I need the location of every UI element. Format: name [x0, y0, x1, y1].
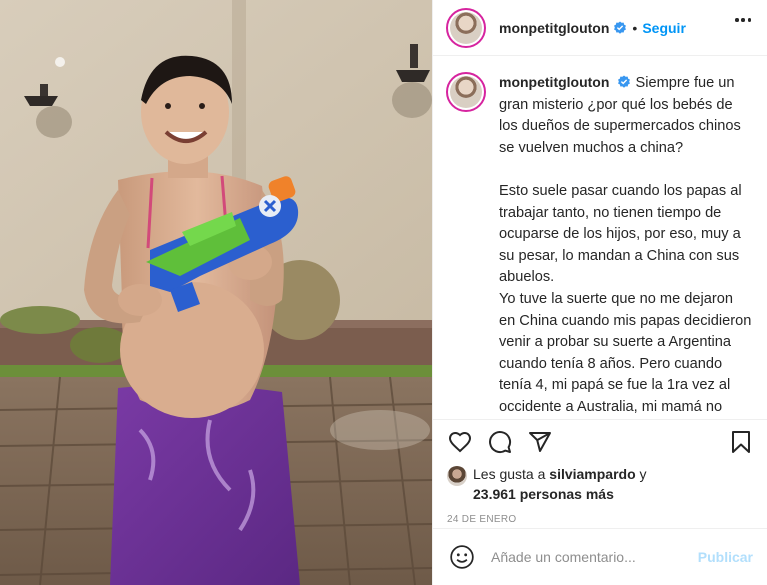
caption-paragraph-3: Yo tuve la suerte que no me dejaron en C…: [499, 290, 752, 415]
likes-text: Les gusta a silviampardo y 23.961 person…: [473, 464, 647, 504]
likes-prefix: Les gusta a: [473, 466, 550, 482]
more-options-icon[interactable]: [735, 12, 751, 28]
action-icons: [433, 420, 767, 464]
post-panel: monpetitglouton • Seguir monpetitglouton…: [432, 0, 767, 585]
verified-badge-icon: [618, 75, 631, 88]
post-image: [0, 0, 432, 585]
caption-area[interactable]: monpetitglouton Siempre fue un gran mist…: [433, 56, 767, 419]
post-header: monpetitglouton • Seguir: [433, 0, 767, 56]
author-username[interactable]: monpetitglouton: [499, 20, 609, 36]
likes-count[interactable]: 23.961 personas más: [473, 486, 614, 502]
caption-text: monpetitglouton Siempre fue un gran mist…: [499, 72, 752, 419]
author-avatar[interactable]: [446, 7, 486, 48]
bookmark-icon[interactable]: [728, 429, 754, 455]
comment-bar: Publicar: [433, 528, 767, 585]
caption-username[interactable]: monpetitglouton: [499, 74, 609, 90]
comment-icon[interactable]: [487, 429, 513, 455]
likes-summary: Les gusta a silviampardo y 23.961 person…: [433, 464, 767, 504]
caption-row: monpetitglouton Siempre fue un gran mist…: [446, 72, 753, 419]
heart-icon[interactable]: [447, 429, 473, 455]
caption-avatar[interactable]: [446, 72, 486, 112]
comment-input[interactable]: [491, 549, 690, 565]
publish-button[interactable]: Publicar: [698, 549, 753, 565]
caption-paragraph-1: monpetitglouton Siempre fue un gran mist…: [499, 72, 752, 159]
liked-by-username[interactable]: silviampardo: [549, 466, 635, 482]
header-separator: •: [632, 19, 638, 36]
post-photo[interactable]: [0, 0, 432, 585]
likes-connector: y: [635, 466, 647, 482]
post-date[interactable]: 24 DE ENERO: [433, 514, 767, 525]
send-icon[interactable]: [527, 429, 553, 455]
verified-badge-icon: [614, 20, 627, 34]
caption-paragraph-2: Esto suele pasar cuando los papas al tra…: [499, 182, 742, 286]
liker-avatar[interactable]: [447, 466, 467, 486]
emoji-icon[interactable]: [449, 544, 475, 570]
follow-button[interactable]: Seguir: [642, 20, 686, 36]
